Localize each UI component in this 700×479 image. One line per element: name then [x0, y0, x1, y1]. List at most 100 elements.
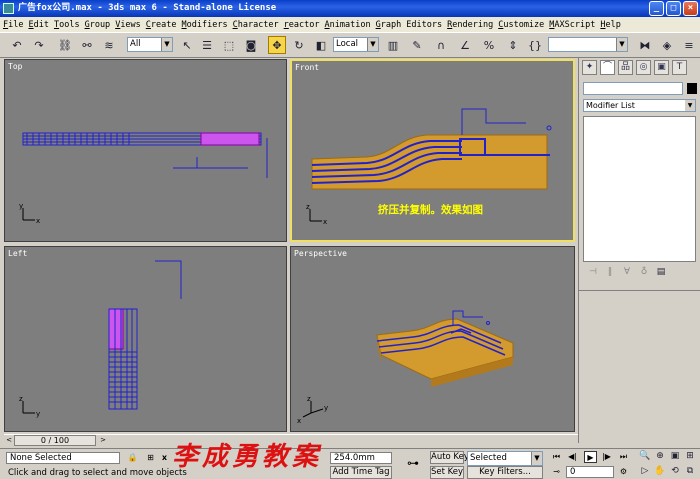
absolute-mode-icon[interactable]: ⊞ [144, 452, 157, 464]
link-icon[interactable]: ⛓ [56, 36, 74, 54]
axis-x-field-label: x [161, 453, 168, 462]
status-bar: None Selected Click and drag to select a… [0, 448, 700, 479]
menu-maxscript[interactable]: MAXScript [549, 20, 595, 30]
edit-named-selection-icon[interactable]: {} [526, 36, 544, 54]
close-button[interactable]: × [683, 1, 698, 16]
time-prev-arrow[interactable]: < [4, 435, 14, 446]
pivot-icon[interactable]: ▥ [384, 36, 402, 54]
key-mode-dropdown[interactable]: Selected ▼ [467, 451, 543, 466]
menu-animation[interactable]: Animation [325, 20, 371, 30]
named-selection-dropdown[interactable]: ▼ [548, 37, 628, 52]
display-tab[interactable]: ▣ [654, 60, 669, 75]
modifier-list-dropdown[interactable]: Modifier List ▼ [583, 99, 696, 112]
hierarchy-tab[interactable]: 品 [618, 60, 633, 75]
rotate-icon[interactable]: ↻ [290, 36, 308, 54]
snap-icon[interactable]: ∩ [432, 36, 450, 54]
menu-tools[interactable]: Tools [54, 20, 80, 30]
modifier-list-label: Modifier List [586, 101, 635, 110]
auto-key-button[interactable]: Auto Key [430, 451, 469, 464]
selection-filter-dropdown[interactable]: All ▼ [127, 37, 173, 52]
menu-edit[interactable]: Edit [28, 20, 48, 30]
select-by-name-icon[interactable]: ☰ [198, 36, 216, 54]
make-unique-icon[interactable]: ∀ [621, 266, 633, 278]
menu-modifiers[interactable]: Modifiers [182, 20, 228, 30]
scale-icon[interactable]: ◧ [312, 36, 330, 54]
lock-icon[interactable]: 🔒 [126, 452, 139, 464]
crossing-icon[interactable]: ◙ [242, 36, 260, 54]
zoom-extents-all-icon[interactable]: ⊞ [683, 450, 697, 463]
bind-space-warp-icon[interactable]: ≋ [100, 36, 118, 54]
coord-value: 254.0mm [334, 453, 375, 463]
zoom-extents-icon[interactable]: ▣ [668, 450, 682, 463]
key-icon[interactable]: ⊶ [404, 457, 422, 469]
create-tab[interactable]: ✦ [582, 60, 597, 75]
mirror-icon[interactable]: ⧓ [636, 36, 654, 54]
field-of-view-icon[interactable]: ▷ [638, 465, 652, 478]
go-to-end-icon[interactable]: ⏭ [617, 451, 630, 463]
pan-icon[interactable]: ✋ [653, 465, 667, 478]
time-slider-thumb[interactable]: 0 / 100 [14, 435, 96, 446]
chevron-down-icon: ▼ [616, 38, 627, 51]
axis-x-label: x [323, 218, 327, 226]
object-color-swatch[interactable] [687, 83, 697, 94]
play-icon[interactable]: ▶ [584, 451, 597, 463]
menu-views[interactable]: Views [115, 20, 141, 30]
menu-create[interactable]: Create [146, 20, 177, 30]
unlink-icon[interactable]: ⚯ [78, 36, 96, 54]
undo-icon[interactable]: ↶ [8, 36, 26, 54]
menu-customize[interactable]: Customize [498, 20, 544, 30]
angle-snap-icon[interactable]: ∠ [456, 36, 474, 54]
utilities-tab[interactable]: T [672, 60, 687, 75]
menu-character[interactable]: Character [233, 20, 279, 30]
maximize-viewport-icon[interactable]: ⧉ [683, 465, 697, 478]
zoom-icon[interactable]: 🔍 [638, 450, 652, 463]
modify-tab[interactable]: ⌒ [600, 60, 615, 75]
minimize-button[interactable]: _ [649, 1, 664, 16]
menu-group[interactable]: Group [85, 20, 111, 30]
select-icon[interactable]: ↖ [178, 36, 196, 54]
key-filters-button[interactable]: Key Filters... [467, 466, 543, 479]
layer-icon[interactable]: ≡ [680, 36, 698, 54]
coord-z-field[interactable]: 254.0mm [330, 452, 392, 464]
add-time-tag-button[interactable]: Add Time Tag [330, 466, 392, 479]
reference-coord-dropdown[interactable]: Local ▼ [333, 37, 379, 52]
previous-frame-icon[interactable]: ◀| [566, 451, 579, 463]
viewport-front[interactable]: Front z x 挤压并复制。效果如图 [290, 59, 575, 242]
next-frame-icon[interactable]: |▶ [600, 451, 613, 463]
configure-modifier-sets-icon[interactable]: ▤ [655, 266, 667, 278]
menu-rendering[interactable]: Rendering [447, 20, 493, 30]
chevron-down-icon: ▼ [367, 38, 378, 51]
spinner-snap-icon[interactable]: ⇕ [504, 36, 522, 54]
viewport-left[interactable]: Left z y [4, 246, 287, 432]
window-title-bar: 广告fox公司.max - 3ds max 6 - Stand-alone Li… [0, 0, 700, 17]
show-end-result-icon[interactable]: ‖ [604, 266, 616, 278]
object-name-field[interactable] [583, 82, 683, 95]
align-icon[interactable]: ◈ [658, 36, 676, 54]
menu-graph-editors[interactable]: Graph Editors [376, 20, 443, 30]
zoom-all-icon[interactable]: ⊕ [653, 450, 667, 463]
time-next-arrow[interactable]: > [98, 435, 108, 446]
key-mode-toggle-icon[interactable]: ⊸ [550, 466, 563, 478]
move-icon[interactable]: ✥ [268, 36, 286, 54]
remove-modifier-icon[interactable]: ♁ [638, 266, 650, 278]
modifier-stack[interactable] [583, 116, 696, 262]
arc-rotate-icon[interactable]: ⟲ [668, 465, 682, 478]
viewport-perspective[interactable]: Perspective z y x [290, 246, 575, 432]
menu-help[interactable]: Help [600, 20, 620, 30]
manipulate-icon[interactable]: ✎ [408, 36, 426, 54]
menu-file[interactable]: File [3, 20, 23, 30]
pin-stack-icon[interactable]: ⊣ [587, 266, 599, 278]
selection-filter-value: All [130, 39, 141, 49]
set-key-button[interactable]: Set Key [430, 466, 464, 479]
motion-tab[interactable]: ◎ [636, 60, 651, 75]
app-icon [3, 3, 14, 14]
percent-snap-icon[interactable]: % [480, 36, 498, 54]
redo-icon[interactable]: ↷ [30, 36, 48, 54]
current-frame-field[interactable]: 0 [566, 466, 614, 478]
maximize-button[interactable]: □ [666, 1, 681, 16]
menu-reactor[interactable]: reactor [284, 20, 320, 30]
region-select-icon[interactable]: ⬚ [220, 36, 238, 54]
time-configuration-icon[interactable]: ⚙ [617, 466, 630, 478]
go-to-start-icon[interactable]: ⏮ [550, 451, 563, 463]
viewport-top[interactable]: Top y x [4, 59, 287, 242]
